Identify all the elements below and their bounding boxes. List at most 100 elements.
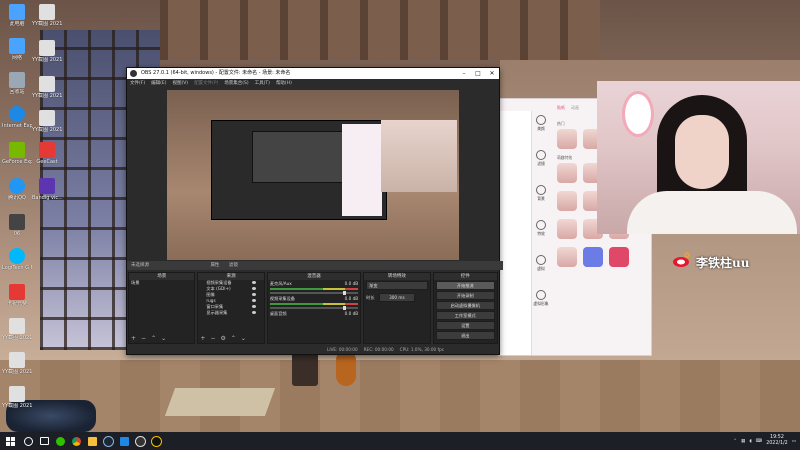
move-down-icon[interactable]: ⌄ [241,335,246,342]
network-icon [9,38,25,54]
app-icon [9,284,25,300]
visibility-eye-icon[interactable] [251,311,256,314]
desktop-icon-yy-screenshot[interactable]: YY截图 20211020 [2,386,32,409]
menu-view[interactable]: 视图(V) [172,79,188,88]
nav-filter[interactable]: 滤镜 [531,150,551,167]
desktop-icon-recycle-bin[interactable]: 回收站 [2,72,32,95]
add-icon[interactable]: + [131,335,136,342]
filters-button[interactable]: 滤镜 [229,263,238,268]
sticker-item[interactable] [609,247,629,267]
scene-item[interactable]: 场景 [129,280,194,286]
visibility-eye-icon[interactable] [251,281,256,284]
transition-type-select[interactable]: 渐变 [366,281,428,290]
gear-icon[interactable]: ⚙ [220,335,225,342]
desktop-icon-yy-screenshot[interactable]: YY截图 20211005 [32,76,62,99]
volume-slider[interactable] [269,306,359,310]
visibility-eye-icon[interactable] [251,293,256,296]
taskbar-chrome[interactable] [68,432,84,450]
taskbar-app[interactable] [148,432,164,450]
sticker-item[interactable] [583,247,603,267]
visibility-eye-icon[interactable] [251,287,256,290]
exit-button[interactable]: 退出 [435,331,496,340]
start-streaming-button[interactable]: 开始推流 [435,281,496,290]
effects-nav: 美颜 滤镜 背景 特效 虚拟 虚拟形象 [531,115,551,325]
notifications-icon[interactable]: ▭ [792,439,796,444]
desktop-icon-this-pc[interactable]: 此电脑 [2,4,32,27]
task-view-button[interactable] [36,432,52,450]
desktop-icon-yy-screenshot[interactable]: YY截图 20211005 [2,318,32,341]
remove-icon[interactable]: − [210,335,215,342]
sticker-item[interactable] [557,191,577,211]
visibility-eye-icon[interactable] [251,305,256,308]
taskbar-app[interactable] [116,432,132,450]
desktop-icon-bandicam[interactable]: Bandig vic... [32,178,62,201]
menu-file[interactable]: 文件(F) [130,79,145,88]
desktop-icon-geforce[interactable]: GeForce Experience [2,142,32,165]
taskbar-obs[interactable] [132,432,148,450]
tray-chevron-icon[interactable]: ⌃ [733,439,737,444]
desktop-icon-logitech[interactable]: LogiTech G HUB [2,248,32,271]
nested-preview [252,131,344,183]
obs-menu-bar: 文件(F) 编辑(E) 视图(V) 配置文件(P) 场景集合(S) 工具(T) … [127,79,499,88]
studio-mode-button[interactable]: 工作室模式 [435,311,496,320]
menu-tools[interactable]: 工具(T) [255,79,270,88]
desktop-icon-06[interactable]: 06 [2,214,32,237]
sticker-item[interactable] [557,247,577,267]
settings-button[interactable]: 设置 [435,321,496,330]
desktop-icon-app[interactable]: 卡祝元斐 [2,284,32,307]
desktop-icon-qq[interactable]: 腾讯QQ [2,178,32,201]
desktop-icon-yy-screenshot[interactable]: YY截图 20211020 [32,110,62,133]
menu-profile[interactable]: 配置文件(P) [194,79,218,88]
maximize-button[interactable]: □ [471,68,485,79]
close-button[interactable]: ✕ [485,68,499,79]
source-item[interactable]: 显示器采集 [198,310,263,316]
clock[interactable]: 19:52 2022/1/2 [766,435,788,447]
remove-icon[interactable]: − [141,335,146,342]
webcam-subject-face [675,115,729,189]
visibility-eye-icon[interactable] [251,299,256,302]
move-down-icon[interactable]: ⌄ [161,335,166,342]
taskbar-wechat[interactable] [52,432,68,450]
tab-stickers[interactable]: 贴纸 [557,105,565,111]
nav-background[interactable]: 背景 [531,185,551,202]
desktop-icon-internet-explorer[interactable]: Internet Explorer [2,106,32,129]
desktop-icon-yy-screenshot[interactable]: YY截图 20211005 [32,40,62,63]
start-button[interactable] [0,432,20,450]
properties-button[interactable]: 属性 [210,263,219,268]
sticker-item[interactable] [557,129,577,149]
sticker-item[interactable] [557,163,577,183]
volume-icon[interactable]: ◖ [749,439,751,444]
obs-title-bar[interactable]: OBS 27.0.1 (64-bit, windows) - 配置文件: 未命名… [127,68,499,79]
taskbar-steam[interactable] [100,432,116,450]
input-method-icon[interactable]: ⌨ [756,439,763,444]
add-icon[interactable]: + [200,335,205,342]
volume-slider[interactable] [269,291,359,295]
menu-help[interactable]: 帮助(H) [276,79,292,88]
move-up-icon[interactable]: ⌃ [231,335,236,342]
desktop-icon-yy-screenshot[interactable]: YY截图 20211005 [2,352,32,375]
cortana-button[interactable] [20,432,36,450]
nav-avatar[interactable]: 虚拟形象 [531,290,551,307]
obs-window: OBS 27.0.1 (64-bit, windows) - 配置文件: 未命名… [126,67,503,355]
start-virtual-camera-button[interactable]: 启动虚拟摄像机 [435,301,496,310]
desktop-icon-geecast[interactable]: GeeCast [32,142,62,165]
menu-scene-collection[interactable]: 场景集合(S) [224,79,248,88]
desktop-icon-network[interactable]: 网络 [2,38,32,61]
minimize-button[interactable]: – [457,68,471,79]
network-icon[interactable]: ▦ [741,439,745,444]
ceiling-beams [160,0,600,60]
nav-virtual[interactable]: 虚拟 [531,255,551,272]
cpu-fps: CPU: 1.0%, 30.00 fps [399,347,444,352]
obs-preview-canvas[interactable] [167,90,459,260]
tab-animation[interactable]: 动画 [571,105,579,111]
taskbar-file-explorer[interactable] [84,432,100,450]
desktop-icon-yy-screenshot[interactable]: YY截图 20211005 [32,4,62,27]
duration-input[interactable]: 300 ms [378,293,415,302]
sticker-item[interactable] [557,219,577,239]
obs-icon [134,435,146,447]
start-recording-button[interactable]: 开始录制 [435,291,496,300]
menu-edit[interactable]: 编辑(E) [151,79,166,88]
move-up-icon[interactable]: ⌃ [151,335,156,342]
nav-beauty[interactable]: 美颜 [531,115,551,132]
nav-effects[interactable]: 特效 [531,220,551,237]
